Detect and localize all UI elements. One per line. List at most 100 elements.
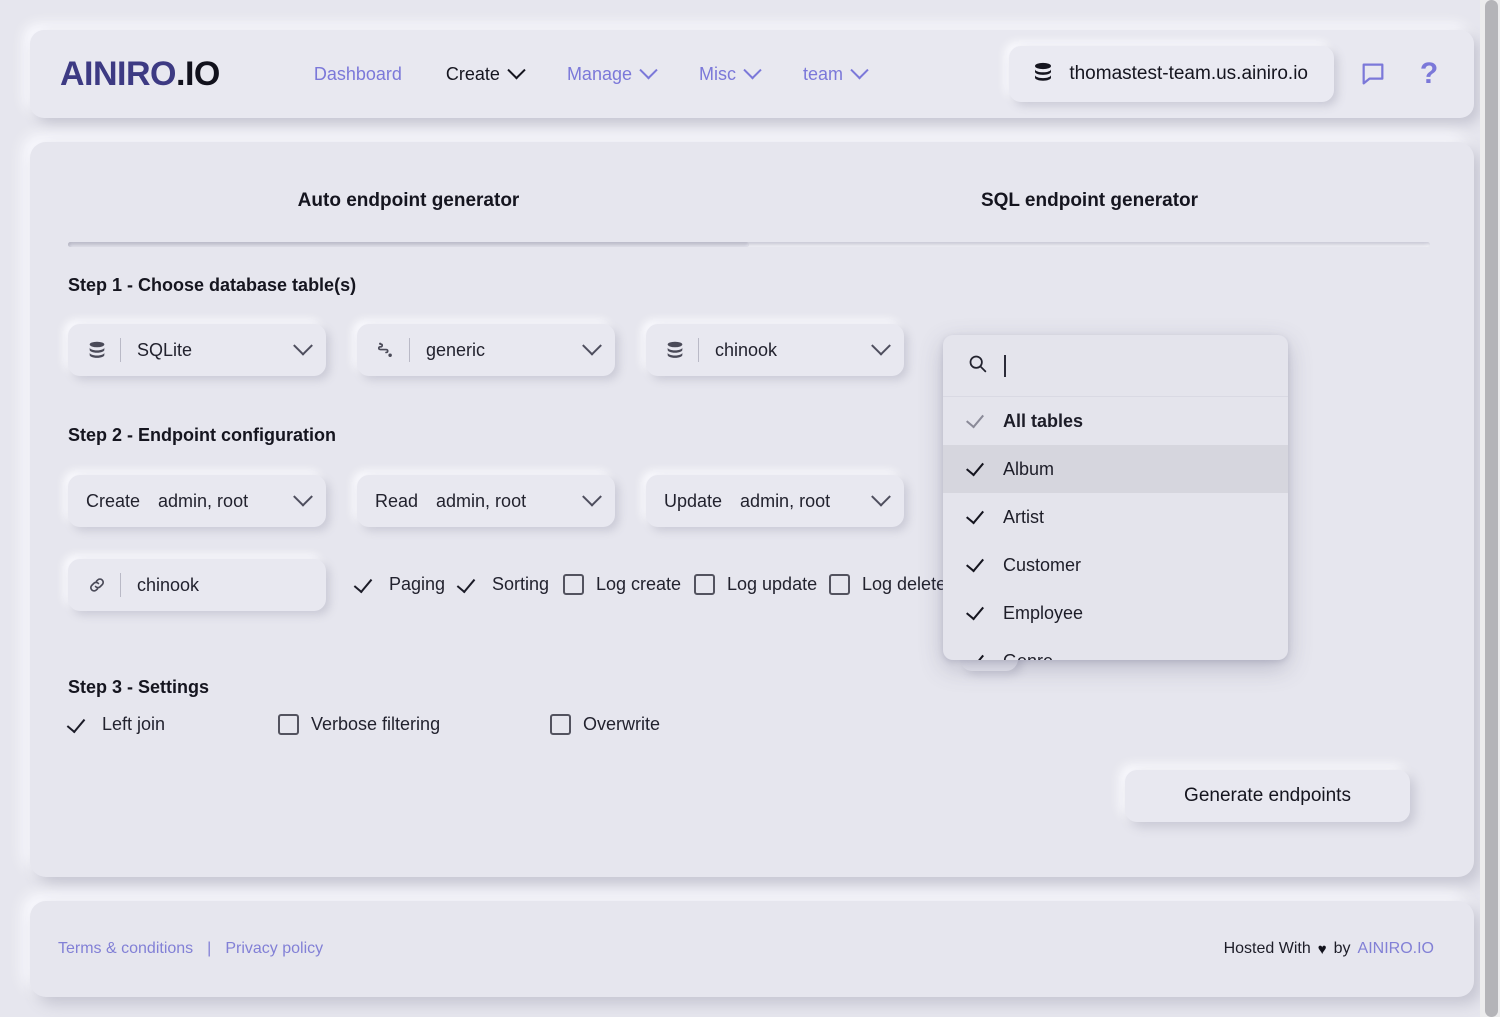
option-label: Left join <box>102 714 166 734</box>
check-icon <box>967 651 987 660</box>
option-label: Log create <box>596 574 682 594</box>
dropdown-item-genre[interactable]: Genre <box>943 637 1288 661</box>
ainiro-brand-link[interactable]: AINIRO.IO <box>1358 940 1434 958</box>
text-cursor <box>1004 354 1006 377</box>
checkbox-unchecked-icon <box>563 574 584 595</box>
question-mark-icon[interactable]: ? <box>1412 57 1446 91</box>
nav-item-create[interactable]: Create <box>424 54 545 95</box>
dropdown-item-employee[interactable]: Employee <box>943 589 1288 637</box>
tab-auto-endpoint-generator[interactable]: Auto endpoint generator <box>68 190 749 242</box>
dropdown-item-artist[interactable]: Artist <box>943 493 1288 541</box>
option-left-join[interactable]: Left join <box>68 714 165 735</box>
create-access-roles: admin, root <box>158 490 249 511</box>
connection-string-select[interactable]: generic <box>357 324 615 376</box>
heart-icon: ♥ <box>1317 940 1327 958</box>
checkbox-unchecked-icon <box>829 574 850 595</box>
update-access-roles: admin, root <box>740 490 831 511</box>
option-log-create[interactable]: Log create <box>563 574 681 595</box>
option-log-update[interactable]: Log update <box>694 574 817 595</box>
team-selector[interactable]: thomastest-team.us.ainiro.io <box>1009 46 1334 102</box>
route-icon <box>375 339 397 361</box>
connection-string-value: generic <box>426 339 486 360</box>
database-type-value: SQLite <box>137 339 193 360</box>
footer-links: Terms & conditions | Privacy policy <box>58 940 323 958</box>
create-access-select[interactable]: Create admin, root <box>68 475 326 527</box>
chevron-down-icon <box>850 60 869 79</box>
database-icon <box>86 339 108 361</box>
divider <box>409 338 410 362</box>
option-sorting[interactable]: Sorting <box>458 574 549 595</box>
privacy-link[interactable]: Privacy policy <box>225 940 323 958</box>
step3-title: Step 3 - Settings <box>68 677 210 697</box>
option-label: Log delete <box>862 574 947 594</box>
search-icon <box>967 353 988 379</box>
generate-endpoints-label: Generate endpoints <box>1184 785 1351 806</box>
chat-bubble-icon[interactable] <box>1356 57 1390 91</box>
option-label: Paging <box>389 574 446 594</box>
module-name-value: chinook <box>137 574 200 595</box>
read-access-select[interactable]: Read admin, root <box>357 475 615 527</box>
nav-item-misc[interactable]: Misc <box>677 54 781 95</box>
logo-text-primary: AINIRO <box>60 54 177 93</box>
checkbox-unchecked-icon <box>550 714 571 735</box>
chevron-down-icon <box>639 60 658 79</box>
check-icon <box>967 459 987 479</box>
update-access-select[interactable]: Update admin, root <box>646 475 904 527</box>
chevron-down-icon <box>743 60 762 79</box>
check-icon <box>355 574 377 595</box>
chevron-down-icon <box>871 335 891 356</box>
hosted-with-label: Hosted With <box>1223 940 1311 957</box>
dropdown-item-all-tables[interactable]: All tables <box>943 397 1288 445</box>
footer-separator: | <box>207 940 212 957</box>
option-label: Verbose filtering <box>311 714 441 734</box>
create-access-verb: Create <box>86 490 141 511</box>
main-navigation: Dashboard Create Manage Misc team <box>292 54 1009 95</box>
divider <box>120 338 121 362</box>
dropdown-item-album[interactable]: Album <box>943 445 1288 493</box>
tab-bar: Auto endpoint generator SQL endpoint gen… <box>68 190 1430 242</box>
nav-item-manage[interactable]: Manage <box>545 54 677 95</box>
tables-dropdown-panel: All tables Album Artist Customer Employe… <box>943 335 1288 660</box>
database-type-select[interactable]: SQLite <box>68 324 326 376</box>
chevron-down-icon <box>293 486 313 507</box>
check-icon <box>967 411 987 431</box>
module-name-input[interactable]: chinook <box>68 559 326 611</box>
nav-item-team[interactable]: team <box>781 54 888 95</box>
page-scrollbar-thumb[interactable] <box>1485 0 1498 1017</box>
footer-credit: Hosted With ♥ by AINIRO.IO <box>1224 940 1434 958</box>
tab-label: Auto endpoint generator <box>297 190 520 211</box>
option-label: Overwrite <box>583 714 661 734</box>
terms-link[interactable]: Terms & conditions <box>58 940 193 958</box>
checkbox-unchecked-icon <box>694 574 715 595</box>
nav-item-label: Manage <box>566 63 632 84</box>
tab-indicator-track <box>68 242 1430 247</box>
database-select[interactable]: chinook <box>646 324 904 376</box>
read-access-verb: Read <box>375 490 419 511</box>
read-access-roles: admin, root <box>436 490 527 511</box>
option-verbose-filtering[interactable]: Verbose filtering <box>278 714 440 735</box>
tab-label: SQL endpoint generator <box>980 190 1199 211</box>
option-paging[interactable]: Paging <box>355 574 445 595</box>
tables-search-row[interactable] <box>943 335 1288 397</box>
step1-title: Step 1 - Choose database table(s) <box>68 275 357 295</box>
dropdown-item-label: Album <box>1003 458 1055 479</box>
check-icon <box>458 574 480 595</box>
link-icon <box>86 574 108 596</box>
chevron-down-icon <box>293 335 313 356</box>
generate-endpoints-button[interactable]: Generate endpoints <box>1125 770 1410 822</box>
page-scrollbar-track[interactable] <box>1480 0 1500 1017</box>
tab-sql-endpoint-generator[interactable]: SQL endpoint generator <box>749 190 1430 242</box>
chevron-down-icon <box>871 486 891 507</box>
nav-item-dashboard[interactable]: Dashboard <box>292 54 424 95</box>
divider <box>698 338 699 362</box>
nav-item-label: team <box>803 63 844 84</box>
check-icon <box>967 603 987 623</box>
option-log-delete[interactable]: Log delete <box>829 574 946 595</box>
logo[interactable]: AINIRO .IO <box>60 55 220 94</box>
option-overwrite[interactable]: Overwrite <box>550 714 660 735</box>
dropdown-item-customer[interactable]: Customer <box>943 541 1288 589</box>
logo-text-suffix: .IO <box>176 54 220 93</box>
app-header: AINIRO .IO Dashboard Create Manage Misc t… <box>30 30 1474 118</box>
checkbox-unchecked-icon <box>278 714 299 735</box>
database-icon <box>1031 60 1055 89</box>
